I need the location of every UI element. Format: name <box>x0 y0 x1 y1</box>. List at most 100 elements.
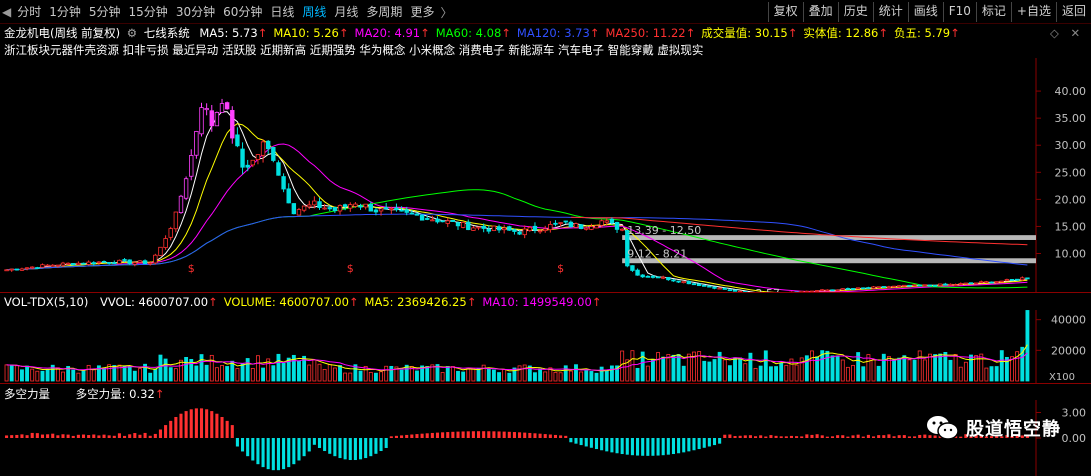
close-icon[interactable]: ✕ <box>1071 25 1081 41</box>
candle-body <box>501 227 507 231</box>
candle-body <box>563 220 568 223</box>
candle-body <box>968 282 974 285</box>
power-bar <box>123 435 127 438</box>
power-bar <box>302 438 306 457</box>
power-bar <box>866 434 870 438</box>
volume-bar <box>415 370 419 382</box>
candle-body <box>378 208 384 212</box>
power-bar <box>774 435 778 438</box>
power-bar <box>789 435 793 438</box>
power-bar <box>743 435 747 438</box>
power-bar <box>795 436 799 438</box>
power-bar <box>205 409 209 438</box>
volume-bar <box>656 352 661 382</box>
power-bar <box>430 432 434 438</box>
more-chevron-icon[interactable]: 〉 <box>438 4 454 21</box>
toolbar-button[interactable]: 复权 <box>767 2 803 22</box>
volume-bar <box>445 366 450 382</box>
up-arrow-icon: ↑ <box>501 26 511 40</box>
system-label[interactable]: 七线系统 <box>144 25 190 41</box>
power-bar <box>266 438 270 470</box>
candle-body <box>655 276 661 279</box>
volume-bar <box>963 361 968 382</box>
candle-body <box>543 228 548 232</box>
power-bar <box>158 429 163 438</box>
power-bar <box>718 438 722 444</box>
candle-body <box>101 261 107 263</box>
candle-body <box>19 268 25 271</box>
candle-body <box>76 262 81 266</box>
diamond-icon[interactable]: ◇ <box>1050 25 1059 41</box>
toolbar-button[interactable]: +自选 <box>1010 2 1056 22</box>
period-tab[interactable]: 60分钟 <box>219 2 266 22</box>
volume-bar <box>148 372 153 382</box>
candle-body <box>671 279 676 282</box>
stock-title[interactable]: 金龙机电(周线 前复权) <box>4 25 120 41</box>
power-bar <box>451 431 455 438</box>
volume-bar <box>225 366 230 382</box>
volume-bar <box>871 359 876 382</box>
period-tab[interactable]: 分时 <box>13 2 45 22</box>
power-bar <box>215 413 219 438</box>
toolbar-button[interactable]: 历史 <box>837 2 873 22</box>
volume-indicator-name[interactable]: VOL-TDX(5,10) <box>4 294 88 310</box>
period-tab[interactable]: 周线 <box>298 2 330 22</box>
volume-bar <box>456 370 460 382</box>
scroll-left-icon[interactable]: ◀ <box>0 5 13 19</box>
dollar-marker: $ <box>347 262 354 275</box>
volume-bar <box>358 370 363 382</box>
candle-body <box>527 226 533 232</box>
period-tabs: ◀ 分时 1分钟 5分钟 15分钟 30分钟 60分钟 日线 周线 月线 多周期 更多〉 <box>0 0 454 24</box>
period-tab[interactable]: 30分钟 <box>172 2 219 22</box>
volume-chart[interactable]: 20000 40000 X100 <box>0 310 1091 383</box>
period-tab[interactable]: 多周期 <box>362 2 406 22</box>
y-tick-label: 40.00 <box>1055 85 1087 98</box>
volume-bar <box>579 371 584 382</box>
settings-icon[interactable]: ⚙ <box>127 25 137 41</box>
candle-body <box>471 227 476 231</box>
candle-body <box>912 284 917 287</box>
period-tab[interactable]: 15分钟 <box>125 2 172 22</box>
toolbar-button[interactable]: 统计 <box>872 2 908 22</box>
volume-bar <box>830 355 835 382</box>
period-tab[interactable]: 1分钟 <box>45 2 85 22</box>
volume-bar <box>620 350 625 382</box>
candle-body <box>327 207 332 210</box>
candle-body <box>830 289 835 292</box>
volume-bar <box>240 363 245 382</box>
candle-body <box>353 203 358 207</box>
toolbar-button[interactable]: F10 <box>942 2 976 22</box>
candle-body <box>291 203 297 215</box>
main-indicator-legend: 金龙机电(周线 前复权) ⚙ 七线系统 MA5: 5.73↑ MA10: 5.26… <box>0 25 966 41</box>
candle-body <box>938 283 943 286</box>
power-bar <box>620 438 624 455</box>
toolbar-button[interactable]: 标记 <box>975 2 1011 22</box>
candle-body <box>589 226 594 230</box>
power-bar <box>164 425 168 438</box>
volume-indicator-legend: VOL-TDX(5,10) VVOL: 4600707.00↑ VOLUME: 4… <box>4 294 607 310</box>
period-tab[interactable]: 日线 <box>266 2 298 22</box>
candle-body <box>91 262 96 265</box>
candle-body <box>445 220 450 224</box>
power-bar <box>543 434 547 438</box>
toolbar-button[interactable]: 画线 <box>907 2 943 22</box>
legend-value: VVOL: 4600707.00 <box>100 295 209 309</box>
volume-bar <box>261 367 266 382</box>
power-bar <box>677 438 681 454</box>
candle-body <box>178 195 184 214</box>
candle-body <box>414 213 420 216</box>
candle-body <box>537 230 543 233</box>
volume-bar <box>204 364 209 382</box>
toolbar-button[interactable]: 叠加 <box>802 2 838 22</box>
candle-body <box>1009 279 1015 281</box>
main-candlestick-chart[interactable]: 10.00 15.00 20.00 25.00 30.00 35.00 40.00 13.39… <box>0 58 1091 293</box>
volume-bar <box>553 371 558 382</box>
candle-body <box>4 269 9 272</box>
period-tab[interactable]: 更多 <box>406 2 438 22</box>
toolbar-button[interactable]: 返回 <box>1055 2 1091 22</box>
volume-bar <box>4 364 9 382</box>
volume-bar <box>563 365 568 382</box>
period-tab[interactable]: 5分钟 <box>85 2 125 22</box>
power-bar <box>246 438 250 457</box>
period-tab[interactable]: 月线 <box>330 2 362 22</box>
